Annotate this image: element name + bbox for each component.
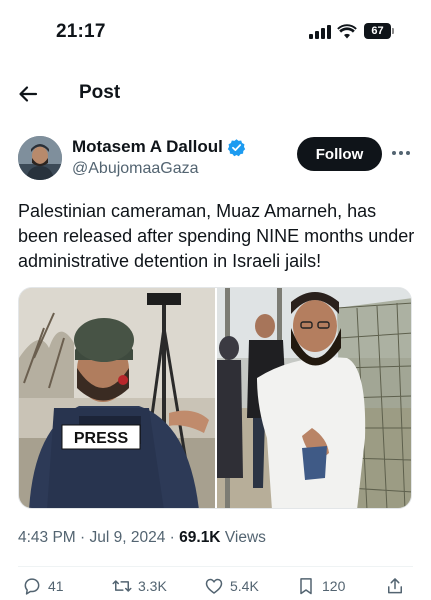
cellular-signal-icon — [309, 25, 331, 39]
bookmark-count: 120 — [322, 578, 346, 594]
reply-icon — [24, 578, 40, 595]
views-label: Views — [224, 529, 266, 546]
battery-icon: 67 — [364, 23, 394, 39]
author-name-row: Motasem A Dalloul — [72, 137, 246, 157]
share-button[interactable] — [385, 576, 411, 596]
top-bar: Post — [0, 72, 431, 116]
bookmark-button[interactable]: 120 — [296, 576, 345, 596]
like-count: 5.4K — [230, 578, 259, 594]
action-bar: 41 3.3K 5.4K 120 — [0, 576, 431, 600]
views-count[interactable]: 69.1K — [179, 529, 220, 546]
like-button[interactable]: 5.4K — [204, 576, 259, 596]
post-date: Jul 9, 2024 — [89, 529, 166, 546]
meta-separator: · — [165, 529, 180, 546]
post-meta: 4:43 PM · Jul 9, 2024 · 69.1K Views — [18, 529, 266, 547]
back-arrow-icon[interactable] — [18, 84, 38, 104]
post-media[interactable]: PRESS — [18, 287, 412, 509]
status-time: 21:17 — [56, 21, 106, 42]
avatar[interactable] — [18, 136, 62, 180]
follow-button[interactable]: Follow — [297, 137, 382, 171]
author-name[interactable]: Motasem A Dalloul — [72, 137, 223, 157]
wifi-icon — [337, 24, 357, 39]
verified-badge-icon — [227, 138, 246, 156]
heart-icon — [205, 578, 223, 594]
repost-button[interactable]: 3.3K — [112, 576, 167, 596]
photo-released-man-walking[interactable] — [217, 288, 412, 509]
status-bar: 21:17 67 — [0, 0, 431, 64]
meta-separator: · — [75, 529, 90, 546]
bookmark-icon — [300, 578, 312, 595]
more-options-icon[interactable] — [392, 151, 410, 157]
battery-level: 67 — [364, 23, 391, 39]
share-icon — [388, 578, 402, 594]
reply-count: 41 — [48, 578, 64, 594]
page-title: Post — [79, 82, 121, 103]
divider — [18, 566, 413, 567]
repost-icon — [112, 580, 132, 592]
press-label: PRESS — [74, 430, 129, 447]
reply-button[interactable]: 41 — [22, 576, 64, 596]
photo-cameraman-with-press-vest[interactable]: PRESS — [19, 288, 215, 509]
author-handle[interactable]: @AbujomaaGaza — [72, 160, 199, 178]
post-text: Palestinian cameraman, Muaz Amarneh, has… — [18, 201, 415, 271]
post-time: 4:43 PM — [18, 529, 76, 546]
repost-count: 3.3K — [138, 578, 167, 594]
